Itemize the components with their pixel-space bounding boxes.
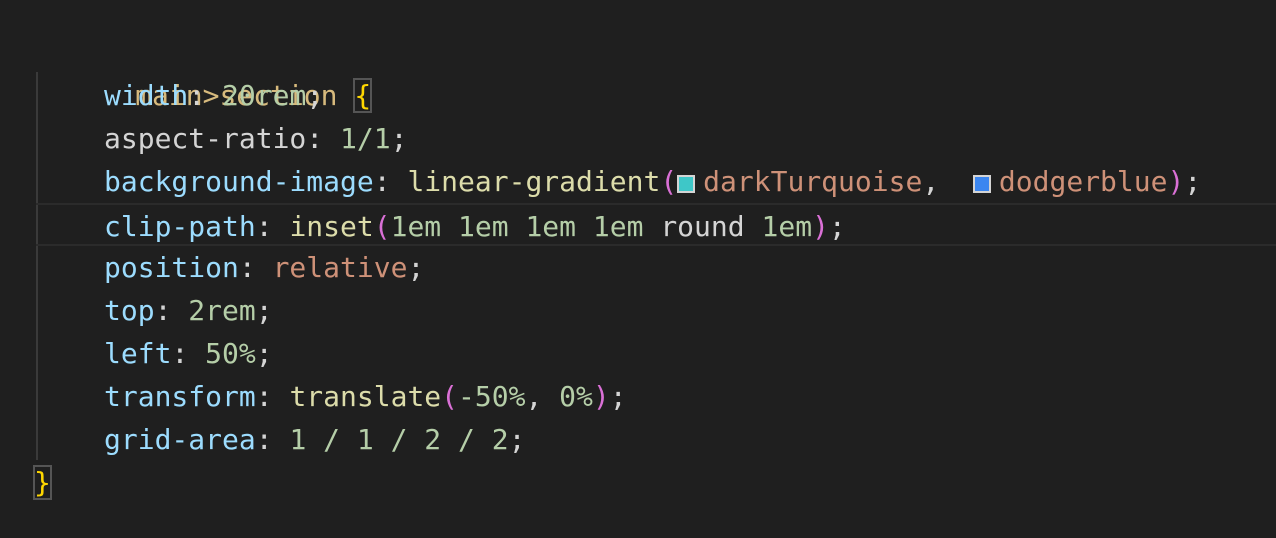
property-name: transform <box>104 380 256 413</box>
close-paren: ) <box>1167 165 1185 198</box>
semicolon: ; <box>1184 165 1202 198</box>
property-name: grid-area <box>104 423 256 456</box>
function-name: translate <box>289 380 442 413</box>
colon: : <box>255 380 290 413</box>
colon: : <box>238 251 273 284</box>
color-value: darkTurquoise <box>703 165 923 198</box>
function-name: inset <box>289 210 374 243</box>
colon: : <box>188 79 223 112</box>
code-line-7[interactable]: top: 2rem; <box>0 289 1276 332</box>
open-paren: ( <box>660 165 678 198</box>
semicolon: ; <box>828 210 846 243</box>
keyword: round <box>643 210 762 243</box>
code-line-4[interactable]: background-image: linear-gradient( darkTu… <box>0 160 1276 203</box>
close-paren: ) <box>592 380 610 413</box>
color-value: dodgerblue <box>998 165 1168 198</box>
open-paren: ( <box>441 380 459 413</box>
code-line-5-current[interactable]: clip-path: inset(1em 1em 1em 1em round 1… <box>36 203 1276 246</box>
semicolon: ; <box>407 251 425 284</box>
colon: : <box>154 294 189 327</box>
property-value: 2rem <box>188 294 256 327</box>
code-line-2[interactable]: width: 20rem; <box>0 74 1276 117</box>
colon: : <box>255 210 290 243</box>
code-line-6[interactable]: position: relative; <box>0 246 1276 289</box>
semicolon: ; <box>390 122 408 155</box>
code-line-3[interactable]: aspect-ratio: 1/1; <box>0 117 1276 160</box>
comma: , <box>922 165 957 198</box>
code-line-11[interactable]: } <box>0 461 1276 504</box>
property-name: left <box>104 337 172 370</box>
property-value: 50% <box>205 337 256 370</box>
property-value: 0% <box>559 380 593 413</box>
semicolon: ; <box>306 79 324 112</box>
property-name: background-image <box>104 165 374 198</box>
colon: : <box>373 165 408 198</box>
code-line-8[interactable]: left: 50%; <box>0 332 1276 375</box>
semicolon: ; <box>609 380 627 413</box>
property-value: 1em 1em 1em 1em <box>390 210 644 243</box>
property-name: position <box>104 251 239 284</box>
comma: , <box>525 380 560 413</box>
property-name: top <box>104 294 155 327</box>
code-editor[interactable]: main>section { width: 20rem; aspect-rati… <box>0 0 1276 538</box>
function-name: linear-gradient <box>407 165 661 198</box>
color-swatch-icon[interactable] <box>677 175 696 193</box>
color-swatch-icon[interactable] <box>972 175 991 193</box>
property-value: 1/1 <box>340 122 391 155</box>
code-line-1[interactable]: main>section { <box>0 31 1276 113</box>
property-name: clip-path <box>104 210 256 243</box>
close-paren: ) <box>812 210 829 243</box>
semicolon: ; <box>255 294 273 327</box>
property-value: 20rem <box>222 79 307 112</box>
colon: : <box>255 423 290 456</box>
semicolon: ; <box>255 337 273 370</box>
close-brace: } <box>33 465 52 500</box>
colon: : <box>306 122 341 155</box>
code-line-9[interactable]: transform: translate(-50%, 0%); <box>0 375 1276 418</box>
property-value: 1em <box>761 210 813 243</box>
property-value: 1 / 1 / 2 / 2 <box>289 423 509 456</box>
property-value: -50% <box>458 380 526 413</box>
colon: : <box>171 337 206 370</box>
semicolon: ; <box>508 423 526 456</box>
property-name: width <box>104 79 189 112</box>
property-name: aspect-ratio <box>104 122 307 155</box>
code-line-10[interactable]: grid-area: 1 / 1 / 2 / 2; <box>0 418 1276 461</box>
open-paren: ( <box>373 210 391 243</box>
property-value: relative <box>272 251 408 284</box>
